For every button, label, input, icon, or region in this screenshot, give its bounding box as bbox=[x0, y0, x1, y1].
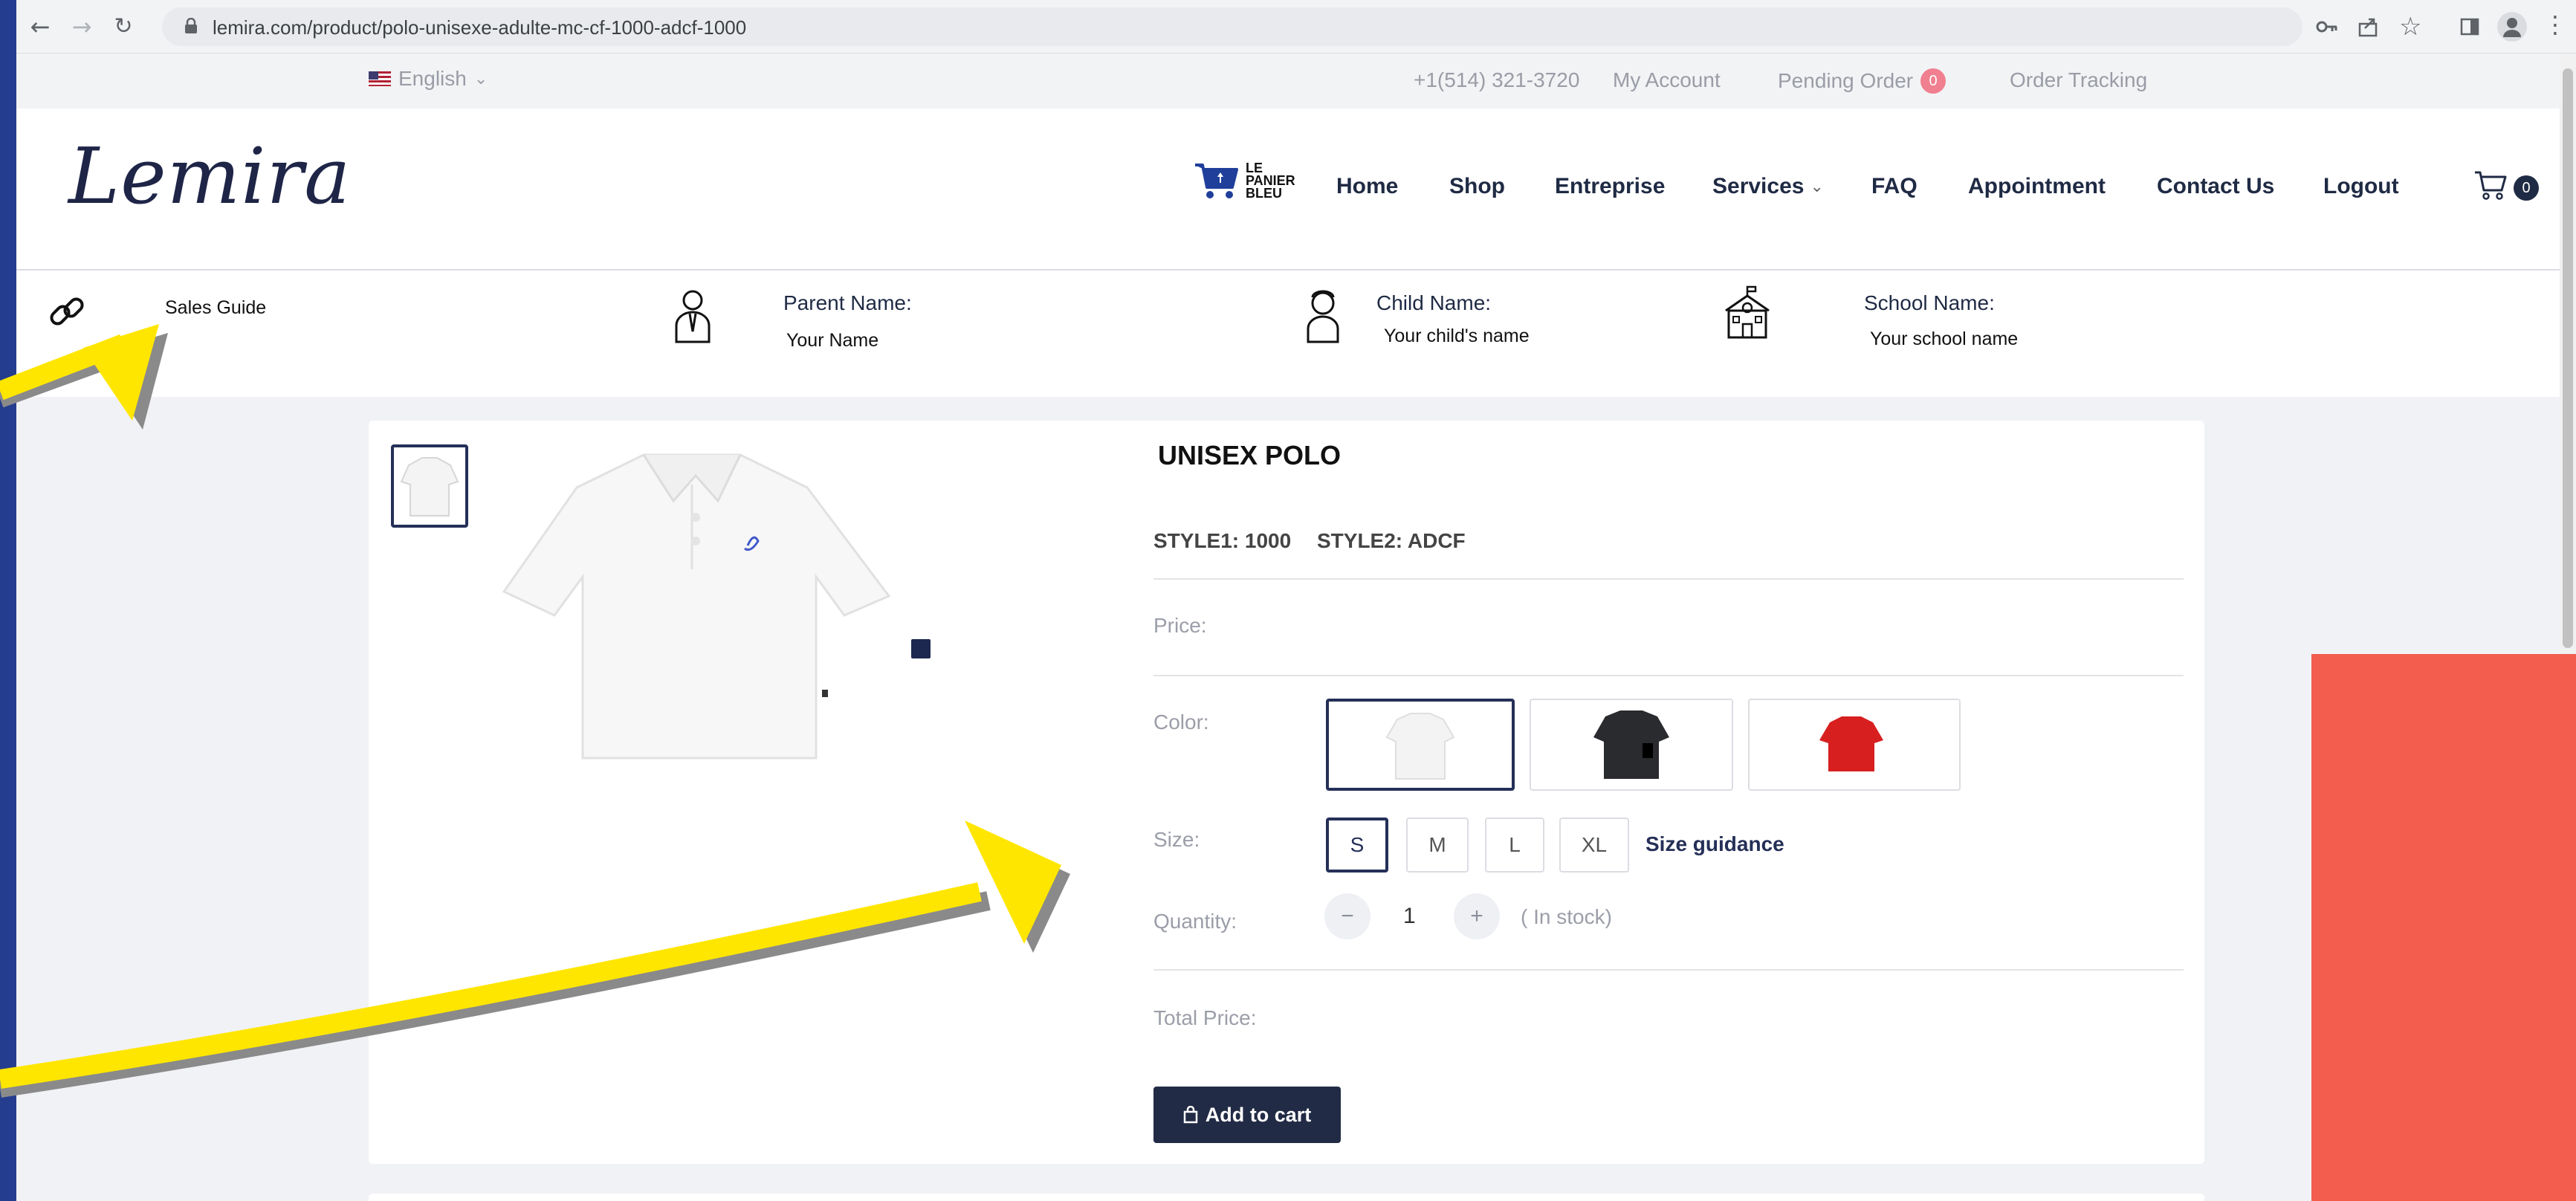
link-icon[interactable] bbox=[46, 291, 89, 334]
language-label: English bbox=[398, 67, 467, 90]
style2-code: STYLE2: ADCF bbox=[1317, 529, 1466, 552]
address-bar[interactable]: lemira.com/product/polo-unisexe-adulte-m… bbox=[162, 7, 2302, 46]
profile-avatar-icon[interactable] bbox=[2497, 12, 2527, 42]
style1-code: STYLE1: 1000 bbox=[1153, 529, 1292, 552]
nav-appointment[interactable]: Appointment bbox=[1968, 174, 2106, 199]
school-name-value[interactable]: Your school name bbox=[1870, 328, 2018, 350]
thumbnail-white-polo[interactable] bbox=[391, 444, 468, 528]
size-option-l[interactable]: L bbox=[1485, 818, 1544, 873]
nav-services-label: Services bbox=[1712, 174, 1805, 198]
browser-toolbar: ← → ↻ lemira.com/product/polo-unisexe-ad… bbox=[16, 0, 2576, 54]
key-icon[interactable] bbox=[2316, 18, 2338, 36]
nav-home[interactable]: Home bbox=[1336, 174, 1398, 199]
side-panel-icon[interactable] bbox=[2460, 18, 2479, 36]
pending-count-badge: 0 bbox=[1920, 68, 1946, 94]
site-header: Lemira LE PANIER BLEU Home Shop Entrepri… bbox=[16, 109, 2560, 271]
language-selector[interactable]: English ⌄ bbox=[369, 67, 488, 91]
add-to-cart-label: Add to cart bbox=[1205, 1103, 1312, 1126]
nav-contact-us[interactable]: Contact Us bbox=[2157, 174, 2274, 199]
le-panier-bleu-logo[interactable]: LE PANIER BLEU bbox=[1194, 161, 1295, 201]
next-card bbox=[369, 1194, 2204, 1201]
product-main-image[interactable] bbox=[495, 443, 896, 770]
nav-faq[interactable]: FAQ bbox=[1871, 174, 1918, 199]
nav-entreprise[interactable]: Entreprise bbox=[1555, 174, 1665, 199]
nav-services[interactable]: Services ⌄ bbox=[1712, 174, 1824, 199]
order-tracking-link[interactable]: Order Tracking bbox=[2010, 68, 2147, 92]
color-swatch-red[interactable] bbox=[1748, 699, 1961, 791]
child-name-label: Child Name: bbox=[1376, 291, 1492, 314]
pending-order-label: Pending Order bbox=[1778, 69, 1914, 92]
black-polo-swatch-image bbox=[1593, 710, 1669, 779]
shopping-bag-icon bbox=[1183, 1106, 1197, 1124]
cart-count-badge: 0 bbox=[2514, 175, 2539, 201]
reload-icon[interactable]: ↻ bbox=[110, 13, 137, 40]
divider bbox=[1153, 675, 2184, 676]
color-swatch-black[interactable] bbox=[1530, 699, 1733, 791]
sales-guide-link[interactable]: Sales Guide bbox=[165, 297, 266, 319]
price-label: Price: bbox=[1153, 614, 1207, 637]
scrollbar-thumb[interactable] bbox=[2563, 68, 2573, 648]
child-name-value[interactable]: Your child's name bbox=[1384, 326, 1530, 347]
url-text: lemira.com/product/polo-unisexe-adulte-m… bbox=[213, 16, 747, 39]
stock-status: ( In stock) bbox=[1521, 905, 1612, 928]
size-guidance-link[interactable]: Size guidance bbox=[1645, 832, 1784, 856]
site-logo[interactable]: Lemira bbox=[68, 131, 351, 221]
size-option-s[interactable]: S bbox=[1326, 818, 1388, 873]
partner-line-1: LE bbox=[1246, 160, 1263, 175]
school-name-label: School Name: bbox=[1864, 291, 1995, 314]
back-arrow-icon[interactable]: ← bbox=[27, 13, 54, 40]
lock-icon bbox=[185, 18, 197, 33]
quantity-decrease-button[interactable]: − bbox=[1324, 893, 1370, 939]
quantity-increase-button[interactable]: + bbox=[1454, 893, 1500, 939]
share-icon[interactable] bbox=[2357, 16, 2380, 37]
size-label: Size: bbox=[1153, 828, 1200, 851]
forward-arrow-icon[interactable]: → bbox=[68, 13, 95, 40]
red-overlay-panel bbox=[2311, 654, 2576, 1201]
school-building-icon bbox=[1725, 285, 1770, 339]
shopping-cart-icon bbox=[2475, 171, 2507, 200]
quantity-label: Quantity: bbox=[1153, 910, 1237, 933]
quantity-value[interactable]: 1 bbox=[1403, 904, 1416, 929]
my-account-link[interactable]: My Account bbox=[1613, 68, 1721, 92]
nav-shop[interactable]: Shop bbox=[1449, 174, 1505, 199]
parent-avatar-icon bbox=[675, 290, 711, 343]
total-price-label: Total Price: bbox=[1153, 1006, 1257, 1029]
menu-dots-icon[interactable]: ⋮ bbox=[2543, 10, 2567, 39]
red-polo-swatch-image bbox=[1819, 716, 1883, 771]
size-option-m[interactable]: M bbox=[1406, 818, 1469, 873]
chevron-down-icon: ⌄ bbox=[473, 69, 488, 88]
color-label: Color: bbox=[1153, 710, 1209, 734]
services-chevron-icon: ⌄ bbox=[1810, 177, 1824, 195]
nav-logout[interactable]: Logout bbox=[2323, 174, 2399, 199]
white-polo-swatch-image bbox=[1385, 713, 1455, 780]
partner-line-3: BLEU bbox=[1246, 185, 1282, 201]
web-page: English ⌄ +1(514) 321-3720 My Account Pe… bbox=[16, 54, 2560, 1201]
us-flag-icon bbox=[369, 71, 391, 86]
child-avatar-icon bbox=[1307, 290, 1339, 343]
polo-thumbnail-image bbox=[400, 457, 459, 517]
cart-button[interactable]: 0 bbox=[2473, 169, 2539, 206]
cart-logo-icon bbox=[1195, 164, 1238, 198]
partner-logo-text: LE PANIER BLEU bbox=[1246, 160, 1295, 201]
top-bar: English ⌄ +1(514) 321-3720 My Account Pe… bbox=[16, 54, 2560, 109]
size-option-xl[interactable]: XL bbox=[1559, 818, 1629, 873]
phone-link[interactable]: +1(514) 321-3720 bbox=[1414, 68, 1579, 92]
logo-patch-icon bbox=[911, 639, 931, 658]
parent-name-value[interactable]: Your Name bbox=[786, 330, 878, 352]
product-title: UNISEX POLO bbox=[1158, 440, 1342, 470]
divider bbox=[1153, 578, 2184, 580]
parent-name-label: Parent Name: bbox=[783, 291, 912, 314]
divider bbox=[1153, 969, 2184, 971]
color-swatch-white[interactable] bbox=[1326, 699, 1515, 791]
partner-line-2: PANIER bbox=[1246, 172, 1295, 188]
personalization-bar: Sales Guide Parent Name: Your Name Child… bbox=[16, 271, 2560, 397]
add-to-cart-button[interactable]: Add to cart bbox=[1153, 1087, 1341, 1143]
star-icon[interactable]: ☆ bbox=[2399, 12, 2421, 42]
pending-order-link[interactable]: Pending Order 0 bbox=[1778, 68, 1946, 94]
